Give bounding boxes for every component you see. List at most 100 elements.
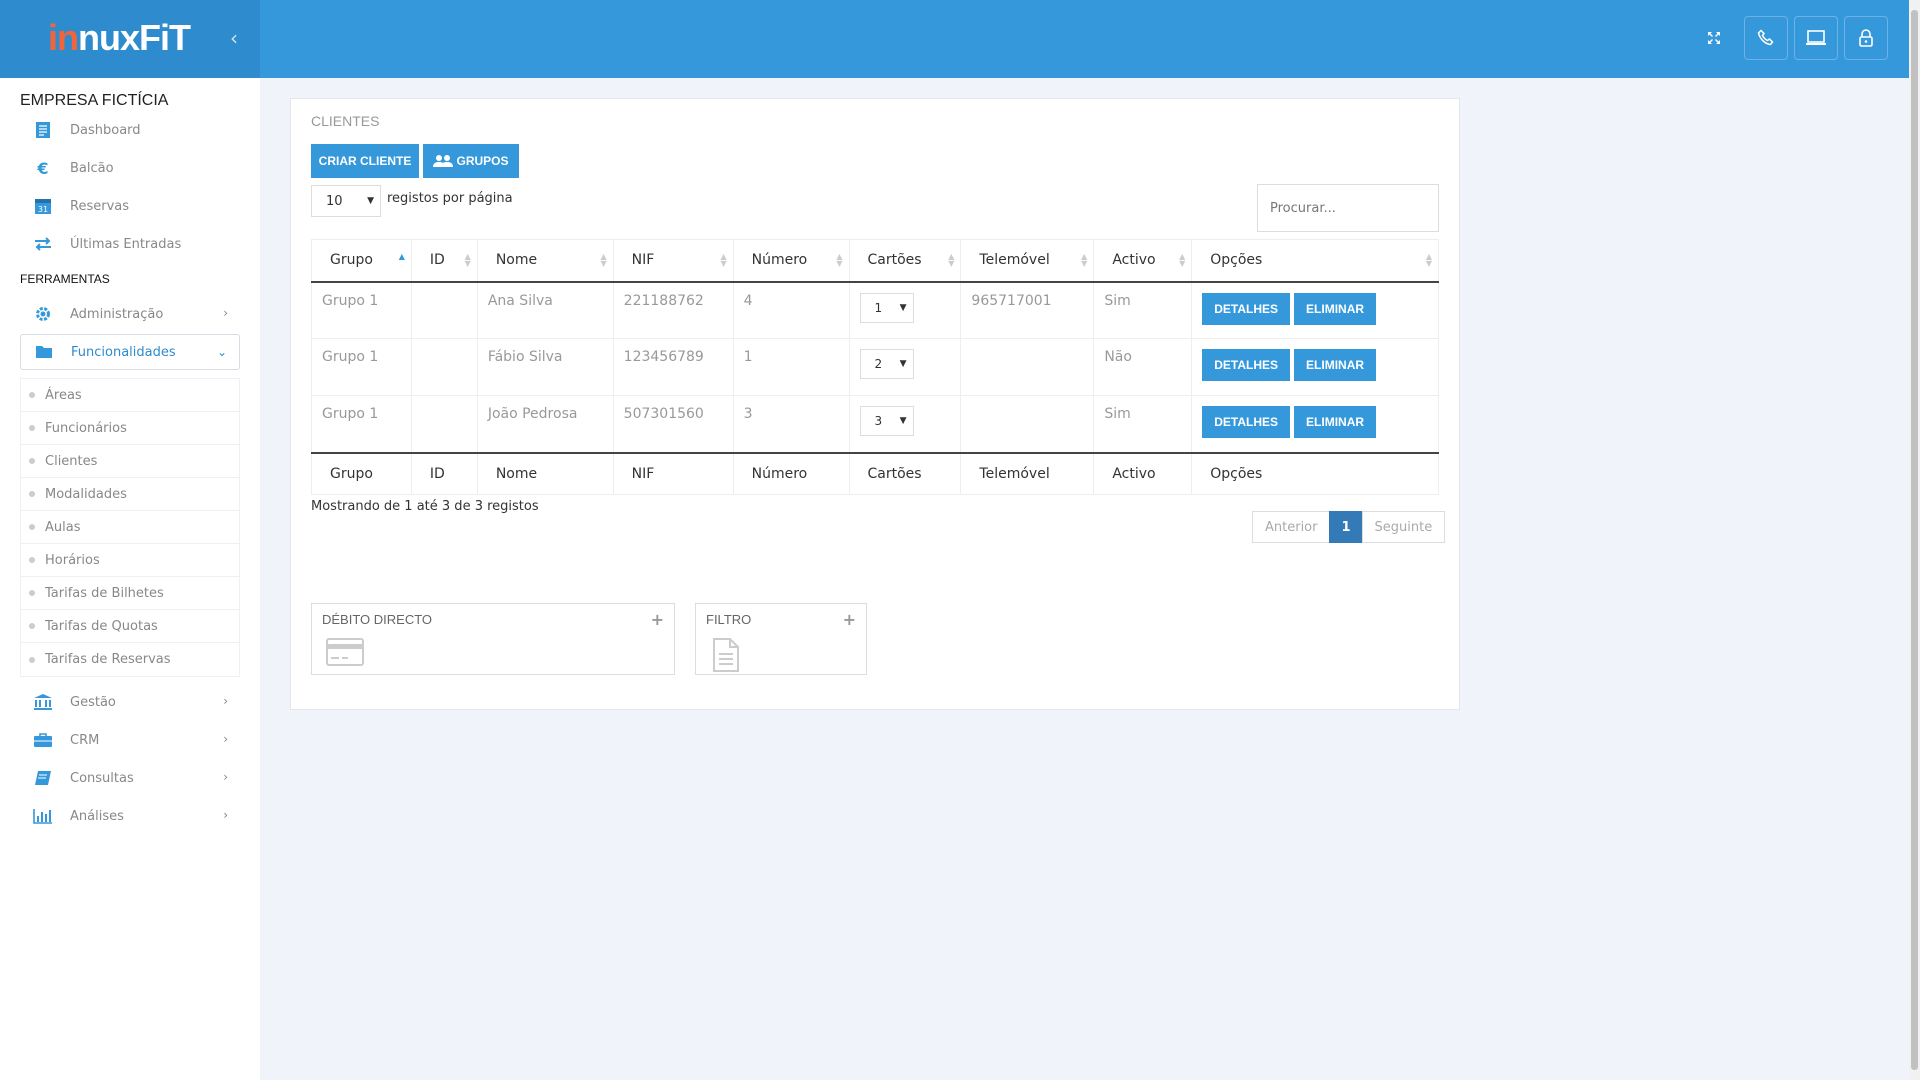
details-button[interactable]: DETALHES xyxy=(1202,292,1291,325)
caret-down-icon: ▼ xyxy=(367,196,374,206)
cards-select[interactable]: 1 ▼ xyxy=(859,292,914,323)
column-header-nome[interactable]: Nome ▲ ▼ xyxy=(476,239,614,283)
laptop-icon xyxy=(1806,30,1826,45)
submenu-item-areas[interactable]: Áreas xyxy=(21,379,239,412)
footer-nome: Nome xyxy=(476,451,614,495)
sidebar-item-administracao[interactable]: Administração › xyxy=(20,296,240,332)
footer-nif: NIF xyxy=(612,451,734,495)
cell-id xyxy=(410,338,478,396)
plus-icon[interactable]: + xyxy=(843,610,856,629)
phone-button[interactable] xyxy=(1744,16,1788,60)
lock-button[interactable] xyxy=(1844,16,1888,60)
footer-cartoes: Cartões xyxy=(848,451,961,495)
column-header-nif[interactable]: NIF ▲ ▼ xyxy=(612,239,734,283)
sort-icon: ▲ ▼ xyxy=(600,252,607,268)
table-header-row: Grupo ▲ ID ▲ ▼ Nome ▲ ▼ NIF ▲ ▼ Número ▲ ▼ Cartõe… xyxy=(311,239,1439,283)
footer-opcoes: Opções xyxy=(1191,451,1439,495)
sidebar-item-ultimas-entradas[interactable]: Últimas Entradas xyxy=(20,226,240,262)
submenu-item-funcionarios[interactable]: Funcionários xyxy=(21,412,239,445)
search-input[interactable] xyxy=(1257,184,1439,232)
expand-icon[interactable] xyxy=(1702,26,1726,50)
laptop-button[interactable] xyxy=(1794,16,1838,60)
submenu-item-tarifas-quotas[interactable]: Tarifas de Quotas xyxy=(21,610,239,643)
cell-grupo: Grupo 1 xyxy=(311,338,412,396)
bar-chart-icon xyxy=(32,805,54,827)
section-title-ferramentas: FERRAMENTAS xyxy=(20,272,110,286)
euro-icon: € xyxy=(37,158,49,178)
column-header-numero[interactable]: Número ▲ ▼ xyxy=(732,239,850,283)
chevron-down-icon: ⌄ xyxy=(216,345,227,359)
details-button[interactable]: DETALHES xyxy=(1202,349,1291,381)
exchange-icon xyxy=(32,233,54,255)
bank-icon xyxy=(32,691,54,713)
submenu-item-aulas[interactable]: Aulas xyxy=(21,511,239,544)
cell-nome: João Pedrosa xyxy=(476,395,614,453)
cell-nif: 507301560 xyxy=(612,395,734,453)
cell-activo: Sim xyxy=(1093,395,1192,453)
cell-id xyxy=(410,281,478,339)
cell-numero: 3 xyxy=(732,395,850,453)
pagination-page-1[interactable]: 1 xyxy=(1329,511,1363,543)
delete-button[interactable]: ELIMINAR xyxy=(1294,292,1377,325)
cell-grupo: Grupo 1 xyxy=(311,395,412,453)
cell-telemovel: 965717001 xyxy=(960,281,1094,339)
column-header-telemovel[interactable]: Telemóvel ▲ ▼ xyxy=(960,239,1094,283)
filter-widget[interactable]: FILTRO + xyxy=(695,603,867,675)
sidebar: EMPRESA FICTÍCIA Dashboard € Balcão 31 R… xyxy=(0,78,260,1080)
sidebar-item-consultas[interactable]: Consultas › xyxy=(20,760,240,796)
sidebar-item-funcionalidades[interactable]: Funcionalidades ⌄ xyxy=(20,334,240,370)
sidebar-item-balcao[interactable]: € Balcão xyxy=(20,150,240,186)
submenu-item-tarifas-reservas[interactable]: Tarifas de Reservas xyxy=(21,643,239,676)
chevron-right-icon: › xyxy=(223,694,228,708)
delete-button[interactable]: ELIMINAR xyxy=(1294,406,1377,438)
caret-down-icon: ▼ xyxy=(899,302,907,313)
cell-numero: 4 xyxy=(732,281,850,339)
groups-button[interactable]: GRUPOS xyxy=(423,144,519,178)
logo[interactable]: innuxFiT xyxy=(48,18,191,58)
company-name: EMPRESA FICTÍCIA xyxy=(20,92,169,109)
sort-icon: ▲ ▼ xyxy=(720,252,727,268)
plus-icon[interactable]: + xyxy=(651,610,664,629)
submenu-item-clientes[interactable]: Clientes xyxy=(21,445,239,478)
page-size-select[interactable]: 10 ▼ xyxy=(311,185,381,217)
footer-telemovel: Telemóvel xyxy=(960,451,1094,495)
page-scrollbar[interactable] xyxy=(1909,0,1920,1080)
column-header-activo[interactable]: Activo ▲ ▼ xyxy=(1093,239,1192,283)
per-page-label: registos por página xyxy=(387,191,513,206)
cards-select[interactable]: 2 ▼ xyxy=(859,349,914,379)
cell-numero: 1 xyxy=(732,338,850,396)
pagination: Anterior 1 Seguinte xyxy=(1252,511,1446,543)
sidebar-item-reservas[interactable]: 31 Reservas xyxy=(20,188,240,224)
document-icon xyxy=(712,638,740,676)
phone-icon xyxy=(1757,29,1774,46)
pagination-previous[interactable]: Anterior xyxy=(1252,511,1331,543)
cards-select[interactable]: 3 ▼ xyxy=(859,406,914,436)
sidebar-item-dashboard[interactable]: Dashboard xyxy=(20,112,240,148)
delete-button[interactable]: ELIMINAR xyxy=(1294,349,1377,381)
sidebar-item-crm[interactable]: CRM › xyxy=(20,722,240,758)
pagination-next[interactable]: Seguinte xyxy=(1361,511,1446,543)
caret-down-icon: ▼ xyxy=(899,359,907,369)
column-header-cartoes[interactable]: Cartões ▲ ▼ xyxy=(848,239,961,283)
details-button[interactable]: DETALHES xyxy=(1202,406,1291,438)
sidebar-collapse-icon[interactable]: ‹ xyxy=(230,26,238,50)
logo-area: innuxFiT ‹ xyxy=(0,0,260,78)
sidebar-item-gestao[interactable]: Gestão › xyxy=(20,684,240,720)
table-row: Grupo 1 Ana Silva 221188762 4 1 ▼ 9657170… xyxy=(311,281,1439,339)
footer-numero: Número xyxy=(732,451,850,495)
submenu-item-tarifas-bilhetes[interactable]: Tarifas de Bilhetes xyxy=(21,577,239,610)
submenu-item-modalidades[interactable]: Modalidades xyxy=(21,478,239,511)
lock-icon xyxy=(1859,29,1873,47)
submenu-item-horarios[interactable]: Horários xyxy=(21,544,239,577)
column-header-grupo[interactable]: Grupo ▲ xyxy=(311,239,412,283)
column-header-id[interactable]: ID ▲ ▼ xyxy=(410,239,478,283)
direct-debit-widget[interactable]: DÉBITO DIRECTO + xyxy=(311,603,675,675)
footer-id: ID xyxy=(410,451,478,495)
gear-icon xyxy=(32,303,54,325)
widget-title: DÉBITO DIRECTO xyxy=(322,612,433,627)
create-client-button[interactable]: CRIAR CLIENTE xyxy=(311,144,419,178)
cell-nome: Ana Silva xyxy=(476,281,614,339)
column-header-opcoes[interactable]: Opções ▲ ▼ xyxy=(1191,239,1439,283)
sidebar-item-analises[interactable]: Análises › xyxy=(20,798,240,834)
table-row: Grupo 1 Fábio Silva 123456789 1 2 ▼ Não D… xyxy=(311,338,1439,396)
